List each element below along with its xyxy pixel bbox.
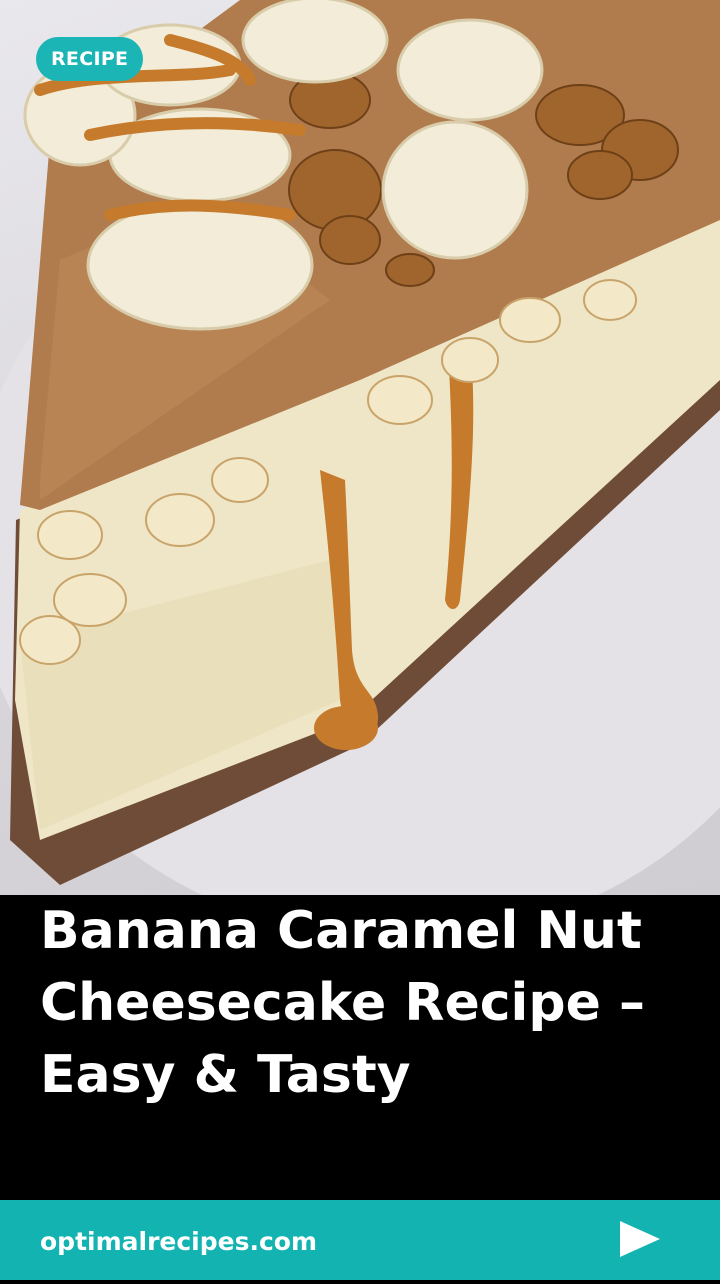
site-link[interactable]: optimalrecipes.com bbox=[40, 1200, 317, 1284]
play-arrow-icon[interactable] bbox=[618, 1220, 662, 1258]
cheesecake-illustration bbox=[0, 0, 720, 895]
recipe-badge[interactable]: RECIPE bbox=[36, 37, 144, 81]
footer-bar[interactable]: optimalrecipes.com bbox=[0, 1200, 720, 1280]
title-panel: Banana Caramel Nut Cheesecake Recipe – E… bbox=[0, 895, 720, 1200]
caramel-drop bbox=[314, 706, 378, 750]
hero-photo: RECIPE bbox=[0, 0, 720, 895]
recipe-title[interactable]: Banana Caramel Nut Cheesecake Recipe – E… bbox=[40, 895, 700, 1111]
